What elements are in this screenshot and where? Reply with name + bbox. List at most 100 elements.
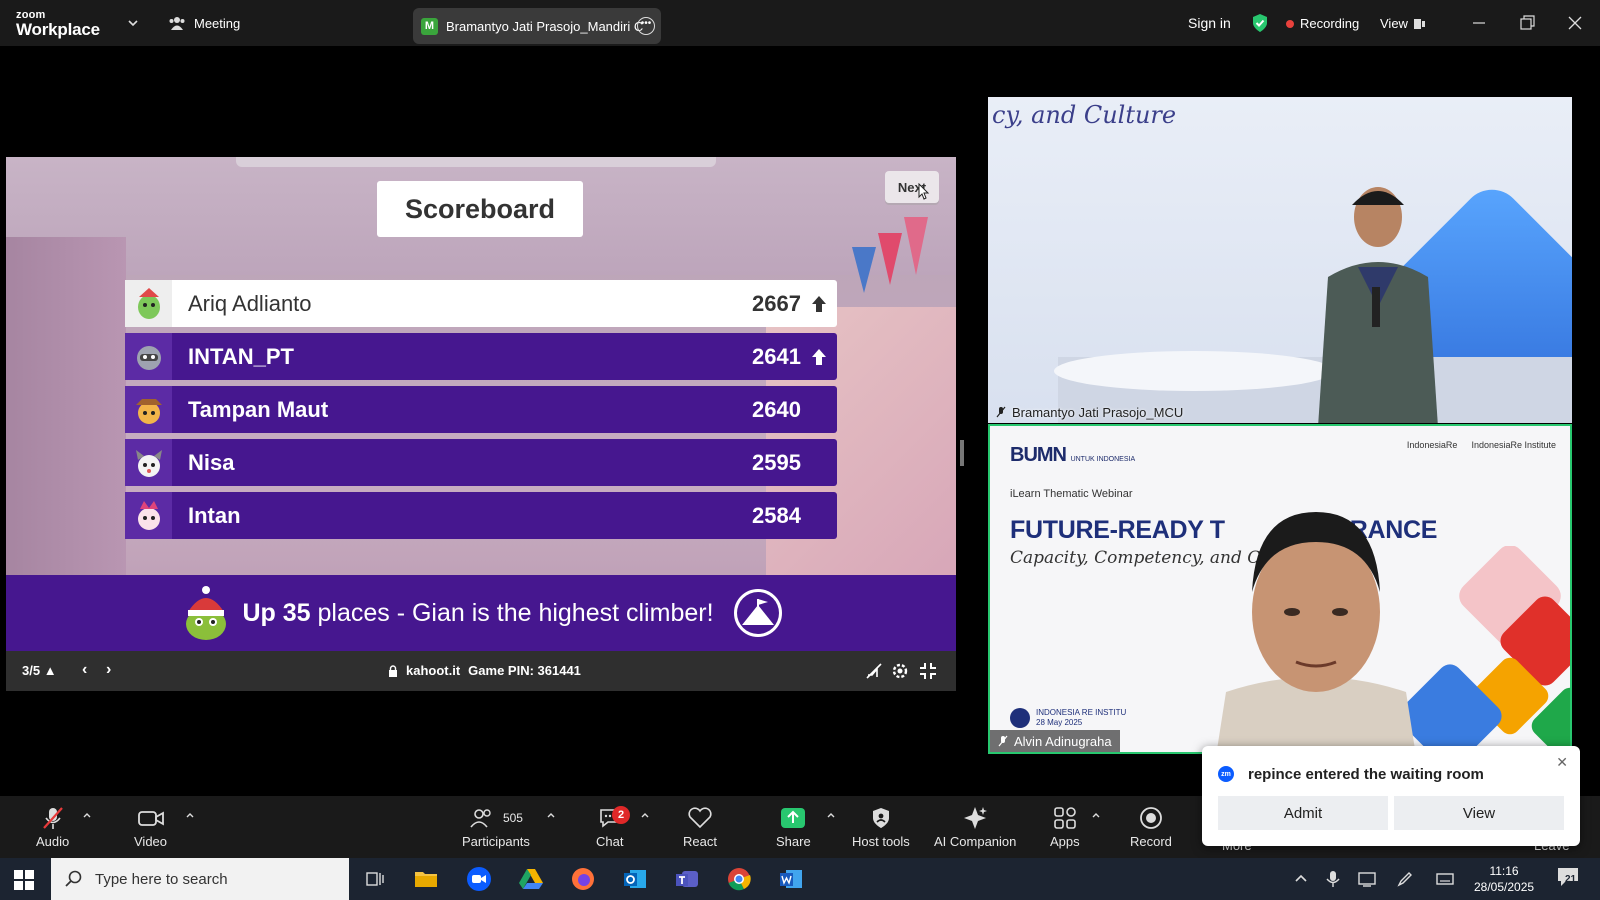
share-button[interactable]: Share — [776, 804, 811, 849]
apps-button[interactable]: Apps — [1050, 804, 1080, 849]
shield-check-icon[interactable] — [1251, 13, 1269, 33]
admit-button[interactable]: Admit — [1218, 796, 1388, 830]
footer-line1: INDONESIA RE INSTITU — [1036, 708, 1127, 718]
record-label: Record — [1130, 834, 1172, 849]
chevron-up-icon[interactable] — [640, 810, 650, 820]
player-name: Tampan Maut — [188, 396, 329, 422]
file-explorer-icon[interactable] — [413, 866, 439, 892]
sign-in-link[interactable]: Sign in — [1188, 15, 1231, 31]
room-wall — [6, 237, 126, 577]
shared-screen[interactable]: Scoreboard Next Ariq Adlianto 2667 INTAN… — [6, 157, 956, 691]
chevron-up-icon[interactable] — [82, 810, 92, 820]
exit-fullscreen-icon[interactable] — [918, 661, 938, 681]
apps-label: Apps — [1050, 834, 1080, 849]
close-icon[interactable] — [1564, 12, 1586, 34]
react-button[interactable]: React — [683, 804, 717, 849]
restore-icon[interactable] — [1516, 12, 1538, 34]
host-tools-button[interactable]: Host tools — [852, 804, 910, 849]
avatar-icon — [125, 386, 172, 433]
video-tile-speaker1[interactable]: cy, and Culture Bramantyo Jati Prasojo_M… — [988, 97, 1572, 423]
zoom-taskbar-icon[interactable] — [466, 866, 492, 892]
climber-suffix: places - Gian is the highest climber! — [310, 598, 714, 627]
participants-label: Participants — [462, 834, 530, 849]
avatar-icon — [125, 439, 172, 486]
kahoot-site: kahoot.it — [406, 663, 461, 678]
climber-avatar-icon — [186, 586, 227, 640]
recording-label: Recording — [1300, 16, 1360, 31]
scoreboard-row: Nisa 2595 — [125, 439, 837, 486]
view-waiting-room-button[interactable]: View — [1394, 796, 1564, 830]
chevron-up-icon[interactable] — [826, 810, 836, 820]
waiting-room-message: repince entered the waiting room — [1248, 766, 1484, 783]
pen-icon[interactable] — [1396, 870, 1414, 888]
video-button[interactable]: Video — [134, 804, 167, 849]
record-button[interactable]: Record — [1130, 804, 1172, 849]
taskbar-clock[interactable]: 11:16 28/05/2025 — [1474, 863, 1534, 895]
footer-line2: 28 May 2025 — [1036, 718, 1083, 727]
display-icon[interactable] — [1358, 870, 1376, 888]
pennant-flag — [904, 217, 928, 275]
ai-companion-label: AI Companion — [934, 834, 1017, 849]
video-tile-speaker2[interactable]: BUMN UNTUK INDONESIA IndonesiaRe Indones… — [988, 424, 1572, 754]
view-button[interactable]: View — [1380, 16, 1426, 31]
teams-icon[interactable] — [674, 866, 700, 892]
panel-resize-handle[interactable] — [960, 440, 964, 466]
meeting-menu[interactable]: Meeting — [168, 15, 240, 31]
firefox-icon[interactable] — [570, 866, 596, 892]
lock-icon — [389, 664, 397, 677]
slide-counter[interactable]: 3/5 ▲ — [22, 663, 57, 678]
bumn-logo-sub: UNTUK INDONESIA — [1070, 456, 1136, 463]
camera-icon — [1010, 708, 1030, 728]
avatar-icon — [125, 280, 172, 327]
taskbar-search-box[interactable]: Type here to search — [51, 858, 349, 900]
pennant-flag — [852, 247, 876, 293]
audio-button[interactable]: Audio — [36, 804, 69, 849]
bumn-logo-text: BUMN — [1010, 444, 1067, 466]
player-name: Ariq Adlianto — [188, 290, 312, 316]
chrome-icon[interactable] — [726, 866, 752, 892]
participants-button[interactable]: 505 Participants — [462, 804, 530, 849]
speaker-figure — [1216, 512, 1416, 752]
host-tools-label: Host tools — [852, 834, 910, 849]
up-arrow-icon — [809, 348, 829, 366]
next-button[interactable]: Next — [885, 171, 939, 203]
scoreboard-row: Tampan Maut 2640 — [125, 386, 837, 433]
mute-music-icon[interactable] — [864, 661, 884, 681]
ai-companion-button[interactable]: AI Companion — [934, 804, 1016, 849]
recording-dot-icon — [1286, 19, 1294, 28]
participant-name: Alvin Adinugraha — [1014, 733, 1112, 749]
notification-count: 21 — [1565, 874, 1577, 885]
climber-count: 35 — [282, 598, 311, 627]
task-view-icon[interactable] — [362, 866, 388, 892]
outlook-icon[interactable] — [622, 866, 648, 892]
close-icon[interactable]: ✕ — [1556, 754, 1568, 771]
chevron-up-icon[interactable] — [546, 810, 556, 820]
google-drive-icon[interactable] — [518, 866, 544, 892]
notification-center[interactable]: 21 — [1556, 866, 1580, 888]
word-icon[interactable] — [778, 866, 804, 892]
windows-start-icon[interactable] — [14, 870, 34, 890]
sparkle-icon — [962, 804, 988, 832]
gear-icon[interactable] — [890, 661, 910, 681]
muted-mic-icon — [998, 735, 1008, 747]
chevron-right-icon[interactable]: › — [106, 661, 111, 679]
recording-indicator[interactable]: Recording — [1286, 16, 1359, 31]
meeting-tab[interactable]: M Bramantyo Jati Prasojo_Mandiri C ••• — [413, 8, 661, 44]
keyboard-icon[interactable] — [1436, 870, 1454, 888]
audio-label: Audio — [36, 834, 70, 849]
search-placeholder: Type here to search — [95, 870, 228, 888]
kahoot-control-bar: 3/5 ▲ ‹ › kahoot.it Game PIN: 361441 — [6, 651, 956, 691]
partner-logos: IndonesiaRe IndonesiaRe Institute — [1407, 440, 1556, 450]
zoom-workplace-logo[interactable]: zoom Workplace — [16, 10, 100, 39]
chevron-left-icon[interactable]: ‹ — [82, 661, 87, 679]
chevron-up-icon[interactable] — [185, 810, 195, 820]
microphone-icon[interactable] — [1324, 870, 1342, 888]
chevron-up-icon[interactable] — [1292, 870, 1310, 888]
avatar-icon — [125, 333, 172, 380]
chevron-up-icon[interactable] — [1091, 810, 1101, 820]
clock-time: 11:16 — [1489, 864, 1519, 878]
more-options-icon[interactable]: ••• — [637, 17, 655, 35]
minimize-icon[interactable] — [1468, 12, 1490, 34]
chevron-down-icon[interactable] — [126, 16, 140, 30]
record-icon — [1138, 804, 1164, 832]
